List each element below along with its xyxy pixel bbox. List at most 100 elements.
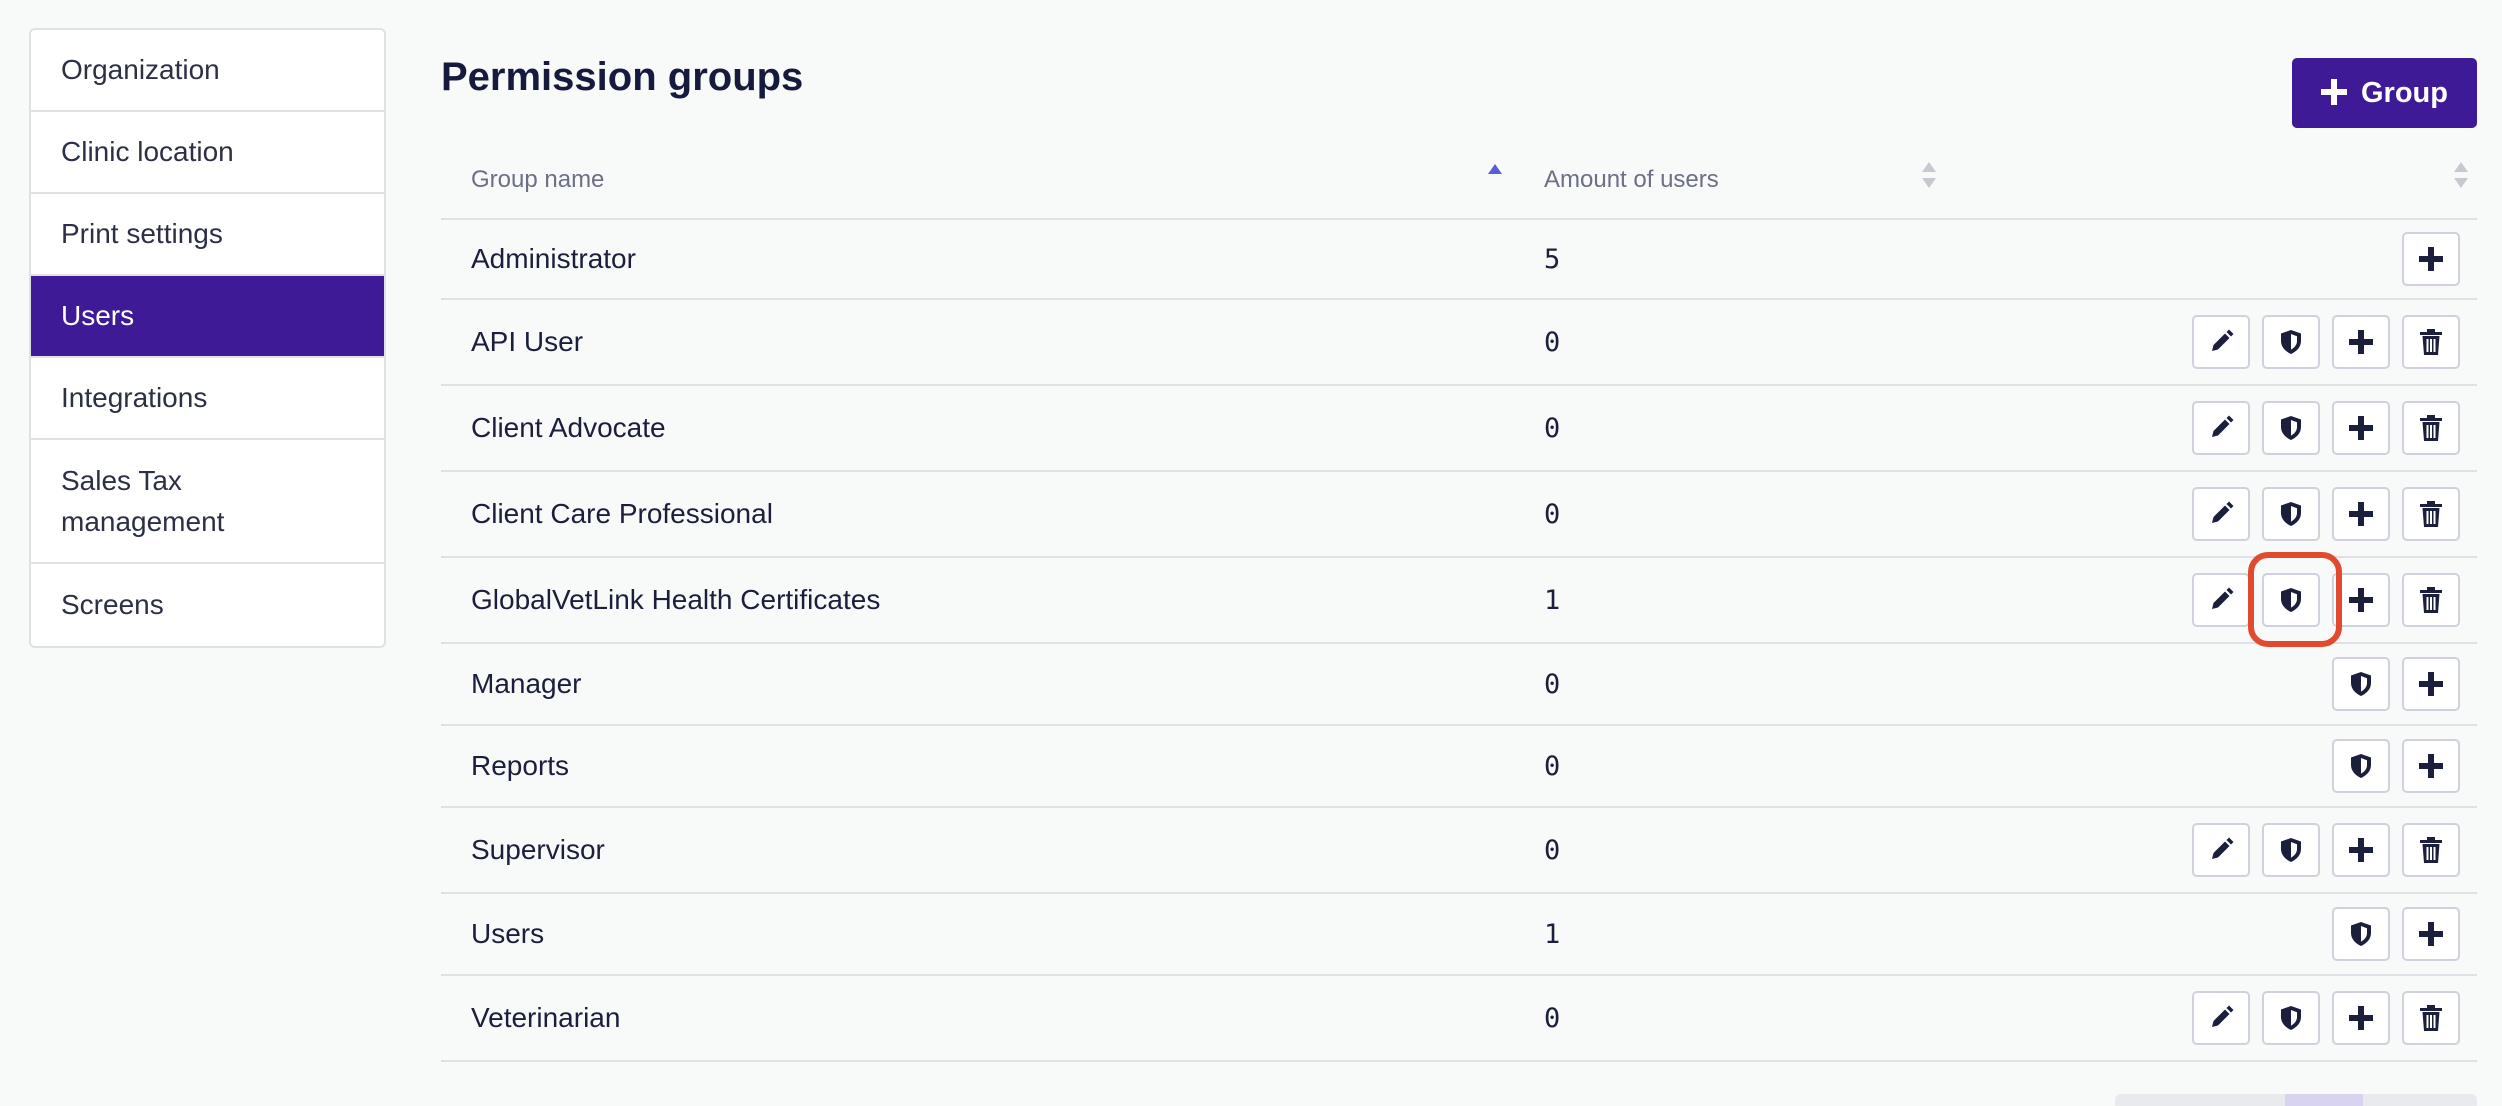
add-user-button[interactable] — [2402, 907, 2460, 961]
table-body: Administrator 5 API User 0 Client Advoca… — [441, 220, 2477, 1062]
sidebar-item-users[interactable]: Users — [31, 276, 384, 358]
add-user-button[interactable] — [2402, 739, 2460, 793]
permissions-button[interactable] — [2262, 401, 2320, 455]
edit-button[interactable] — [2192, 991, 2250, 1045]
plus-icon — [2419, 754, 2443, 778]
shield-icon — [2280, 837, 2302, 863]
trash-icon — [2420, 415, 2442, 441]
plus-icon — [2349, 502, 2373, 526]
permissions-button[interactable] — [2262, 991, 2320, 1045]
add-user-button[interactable] — [2332, 315, 2390, 369]
add-user-button[interactable] — [2332, 991, 2390, 1045]
row-actions — [2192, 976, 2460, 1060]
add-group-label: Group — [2361, 76, 2448, 109]
group-name-cell: Manager — [471, 668, 582, 699]
group-name-cell: Veterinarian — [471, 1002, 621, 1033]
sidebar-item-clinic-location[interactable]: Clinic location — [31, 112, 384, 194]
amount-of-users-cell: 0 — [1544, 750, 1561, 782]
pencil-icon — [2208, 587, 2234, 613]
sort-icon[interactable] — [1921, 160, 1937, 190]
row-actions — [2332, 644, 2460, 724]
permissions-button[interactable] — [2332, 739, 2390, 793]
row-actions — [2192, 300, 2460, 384]
sidebar-item-sales-tax-management[interactable]: Sales Tax management — [31, 440, 384, 564]
delete-button[interactable] — [2402, 991, 2460, 1045]
permissions-button[interactable] — [2262, 315, 2320, 369]
plus-icon — [2321, 74, 2347, 112]
plus-icon — [2419, 247, 2443, 271]
shield-icon — [2280, 415, 2302, 441]
shield-icon — [2280, 329, 2302, 355]
amount-of-users-cell: 0 — [1544, 412, 1561, 444]
add-user-button[interactable] — [2332, 823, 2390, 877]
sidebar-item-organization[interactable]: Organization — [31, 30, 384, 112]
delete-button[interactable] — [2402, 823, 2460, 877]
column-header-amount-of-users[interactable]: Amount of users — [1544, 166, 1719, 194]
plus-icon — [2349, 588, 2373, 612]
plus-icon — [2419, 672, 2443, 696]
group-name-cell: Client Care Professional — [471, 498, 773, 529]
amount-of-users-cell: 0 — [1544, 326, 1561, 358]
edit-button[interactable] — [2192, 401, 2250, 455]
group-name-cell: Users — [471, 918, 545, 949]
page-title: Permission groups — [441, 55, 804, 99]
trash-icon — [2420, 837, 2442, 863]
shield-icon — [2280, 1005, 2302, 1031]
add-group-button[interactable]: Group — [2292, 58, 2477, 128]
highlight-annotation — [2248, 552, 2342, 647]
table-row: Administrator 5 — [441, 220, 2477, 300]
group-name-cell: Administrator — [471, 243, 636, 274]
pencil-icon — [2208, 501, 2234, 527]
delete-button[interactable] — [2402, 401, 2460, 455]
sidebar-item-screens[interactable]: Screens — [31, 564, 384, 646]
plus-icon — [2419, 922, 2443, 946]
sidebar-item-label: Sales Tax management — [61, 465, 225, 537]
group-name-cell: API User — [471, 326, 584, 357]
trash-icon — [2420, 587, 2442, 613]
permissions-button[interactable] — [2262, 823, 2320, 877]
amount-of-users-cell: 0 — [1544, 834, 1561, 866]
amount-of-users-cell: 0 — [1544, 498, 1561, 530]
permissions-button[interactable] — [2332, 907, 2390, 961]
edit-button[interactable] — [2192, 487, 2250, 541]
edit-button[interactable] — [2192, 573, 2250, 627]
plus-icon — [2349, 330, 2373, 354]
row-actions — [2332, 894, 2460, 974]
permissions-button[interactable] — [2332, 657, 2390, 711]
group-name-cell: Client Advocate — [471, 412, 666, 443]
shield-icon — [2350, 921, 2372, 947]
add-user-button[interactable] — [2332, 401, 2390, 455]
plus-icon — [2349, 416, 2373, 440]
table-row: Supervisor 0 — [441, 808, 2477, 894]
group-name-cell: GlobalVetLink Health Certificates — [471, 584, 881, 615]
delete-button[interactable] — [2402, 573, 2460, 627]
pencil-icon — [2208, 837, 2234, 863]
table-row: Manager 0 — [441, 644, 2477, 726]
amount-of-users-cell: 0 — [1544, 668, 1561, 700]
permissions-button[interactable] — [2262, 487, 2320, 541]
row-actions — [2192, 808, 2460, 892]
pencil-icon — [2208, 1005, 2234, 1031]
add-user-button[interactable] — [2402, 232, 2460, 286]
pencil-icon — [2208, 329, 2234, 355]
delete-button[interactable] — [2402, 487, 2460, 541]
amount-of-users-cell: 1 — [1544, 918, 1561, 950]
sort-ascending-icon[interactable] — [1487, 160, 1503, 190]
delete-button[interactable] — [2402, 315, 2460, 369]
add-user-button[interactable] — [2332, 487, 2390, 541]
edit-button[interactable] — [2192, 823, 2250, 877]
table-row: Client Care Professional 0 — [441, 472, 2477, 558]
row-actions — [2192, 472, 2460, 556]
trash-icon — [2420, 329, 2442, 355]
plus-icon — [2349, 838, 2373, 862]
column-header-group-name[interactable]: Group name — [471, 166, 604, 194]
table-row: API User 0 — [441, 300, 2477, 386]
add-user-button[interactable] — [2402, 657, 2460, 711]
sidebar-item-print-settings[interactable]: Print settings — [31, 194, 384, 276]
table-row: Reports 0 — [441, 726, 2477, 808]
amount-of-users-cell: 5 — [1544, 243, 1561, 275]
sort-icon[interactable] — [2453, 160, 2469, 190]
edit-button[interactable] — [2192, 315, 2250, 369]
sidebar-item-integrations[interactable]: Integrations — [31, 358, 384, 440]
group-name-cell: Supervisor — [471, 834, 605, 865]
